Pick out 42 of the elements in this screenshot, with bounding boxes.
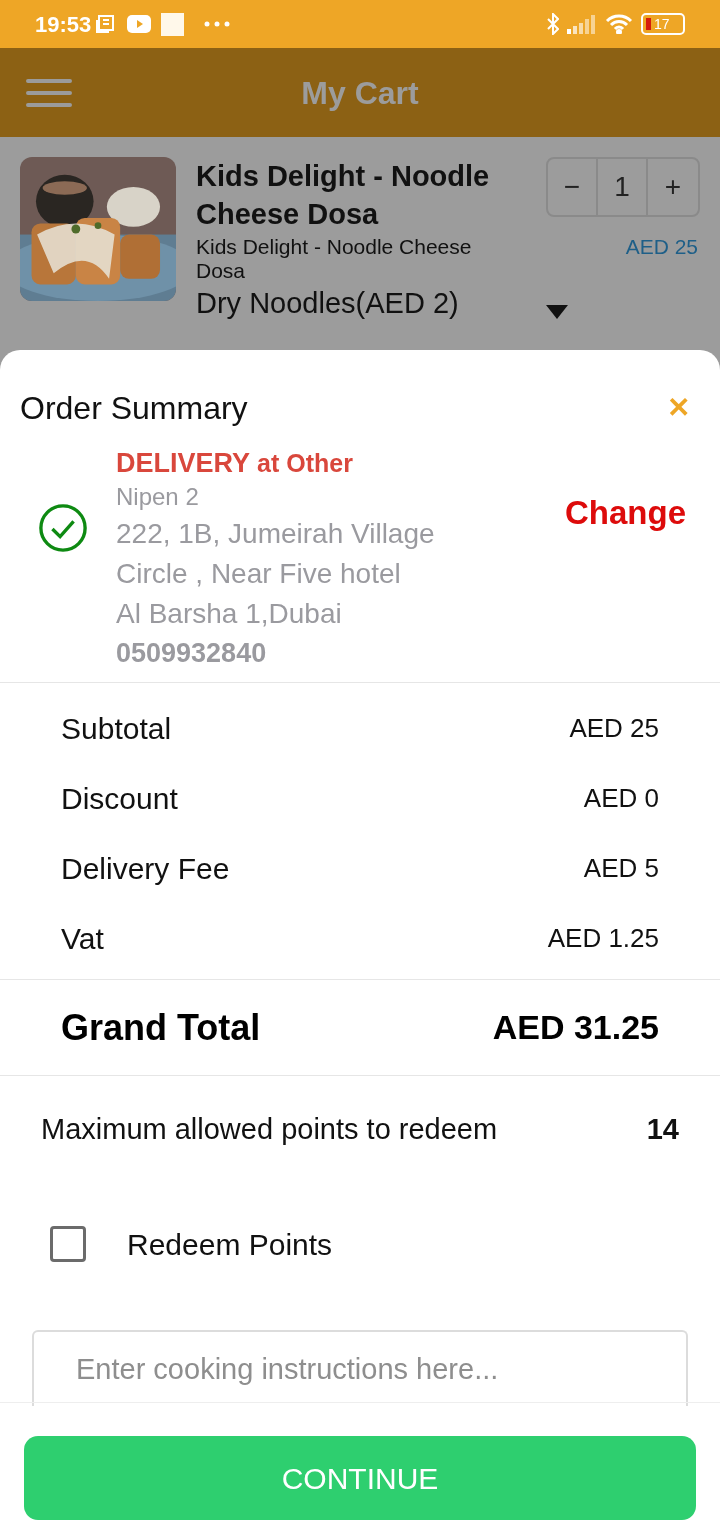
more-icon (204, 21, 231, 27)
summary-value: AED 0 (583, 781, 659, 815)
news-icon (95, 14, 116, 34)
points-label: Maximum allowed points to redeem (41, 1112, 498, 1148)
instructions-field[interactable]: Enter cooking instructions here... (32, 1330, 688, 1406)
summary-value: AED 25 (569, 711, 659, 745)
decrease-button[interactable]: − (548, 159, 598, 215)
summary-value: AED 5 (583, 851, 659, 885)
summary-label: Discount (61, 780, 178, 817)
notification-icon (161, 12, 185, 36)
change-button[interactable]: Change (565, 488, 686, 538)
status-time: 19:53 (35, 10, 92, 39)
wifi-icon (605, 14, 633, 34)
increase-button[interactable]: + (648, 159, 698, 215)
item-name: Kids Delight - Noodle Cheese Dosa (196, 159, 491, 232)
delivery-label: DELIVERY at Other (116, 447, 354, 480)
item-price: AED 25 (625, 234, 698, 260)
item-description: Kids Delight - Noodle Cheese Dosa (196, 235, 473, 283)
video-icon (127, 15, 152, 33)
redeem-checkbox[interactable] (50, 1226, 86, 1262)
address-line: Circle , Near Five hotel (116, 557, 402, 591)
quantity-value: 1 (598, 159, 648, 215)
summary-label: Delivery Fee (61, 850, 230, 887)
header-title: My Cart (301, 73, 419, 113)
bluetooth-icon (547, 13, 559, 35)
grand-total-label: Grand Total (61, 1005, 261, 1050)
sheet-title: Order Summary (20, 389, 248, 428)
summary-label: Vat (61, 920, 104, 957)
dropdown-caret-icon[interactable] (546, 305, 568, 319)
address-name: Nipen 2 (116, 482, 200, 512)
check-circle-icon[interactable] (38, 503, 88, 553)
phone-number: 0509932840 (116, 637, 268, 670)
address-line: Al Barsha 1,Dubai (116, 597, 343, 631)
grand-total-value: AED 31.25 (492, 1007, 659, 1048)
summary-value: AED 1.25 (547, 921, 659, 955)
battery-icon: 17 (641, 13, 685, 35)
addon-text: Dry Noodles(AED 2) (196, 286, 459, 321)
summary-label: Subtotal (61, 710, 172, 747)
redeem-label: Redeem Points (127, 1226, 333, 1263)
points-value: 14 (646, 1112, 679, 1148)
signal-icon (567, 14, 597, 34)
address-line: 222, 1B, Jumeirah Village (116, 517, 436, 551)
